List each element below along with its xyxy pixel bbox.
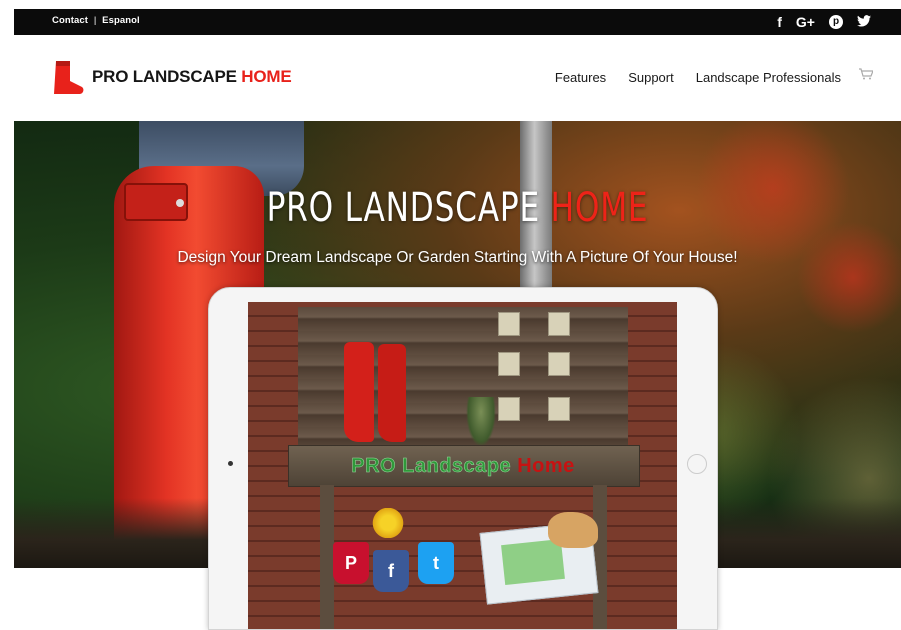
nav-features[interactable]: Features: [555, 70, 606, 85]
bench-leg-right: [593, 485, 607, 629]
top-bar: Contact | Espanol f G+ p: [14, 9, 901, 35]
hero-title-red: HOME: [550, 185, 649, 231]
logo-text-black: PRO LANDSCAPE: [92, 67, 237, 86]
site-header: PRO LANDSCAPE HOME Features Support Land…: [14, 35, 901, 121]
tablet-screen: PRO Landscape Home P f t: [248, 302, 677, 629]
yellow-flowers: [368, 508, 408, 538]
link-separator: |: [93, 15, 97, 26]
screen-boot-left: [344, 342, 374, 442]
twitter-icon[interactable]: [857, 12, 871, 32]
facebook-pot-icon: f: [373, 550, 409, 592]
seed-tags: [498, 312, 578, 432]
left-frame: [0, 0, 14, 628]
espanol-link[interactable]: Espanol: [102, 15, 140, 26]
nav-landscape-professionals[interactable]: Landscape Professionals: [696, 70, 841, 85]
design-plan-drawing: [501, 538, 565, 586]
pinterest-pot-icon: P: [333, 542, 369, 584]
main-nav: Features Support Landscape Professionals: [555, 70, 841, 85]
tablet-brand: PRO Landscape Home: [288, 455, 638, 478]
hero-title: PRO LANDSCAPE HOME: [112, 185, 804, 231]
tablet-home-button: [687, 454, 707, 474]
contact-link[interactable]: Contact: [52, 15, 88, 26]
garden-gloves: [548, 512, 598, 548]
logo-text: PRO LANDSCAPE HOME: [92, 67, 292, 87]
pinterest-icon[interactable]: p: [829, 15, 843, 29]
top-links: Contact | Espanol: [52, 15, 140, 26]
site-logo[interactable]: PRO LANDSCAPE HOME: [52, 59, 292, 95]
tablet-brand-red: Home: [517, 455, 575, 477]
google-plus-icon[interactable]: G+: [796, 12, 815, 32]
bench-leg-left: [320, 485, 334, 629]
hero-subtitle: Design Your Dream Landscape Or Garden St…: [177, 249, 738, 266]
logo-text-red: HOME: [241, 67, 292, 86]
boot-logo-icon: [54, 61, 84, 94]
potted-plant: [466, 397, 496, 447]
tablet-brand-green: PRO Landscape: [351, 455, 512, 478]
twitter-pot-icon: t: [418, 542, 454, 584]
social-links: f G+ p: [777, 12, 871, 32]
tablet-mockup: PRO Landscape Home P f t: [208, 287, 718, 630]
facebook-icon[interactable]: f: [777, 12, 782, 32]
screen-boot-right: [378, 344, 406, 442]
hero-title-white: PRO LANDSCAPE: [266, 185, 540, 231]
tablet-camera: [228, 461, 233, 466]
cart-icon[interactable]: [859, 68, 874, 83]
nav-support[interactable]: Support: [628, 70, 674, 85]
